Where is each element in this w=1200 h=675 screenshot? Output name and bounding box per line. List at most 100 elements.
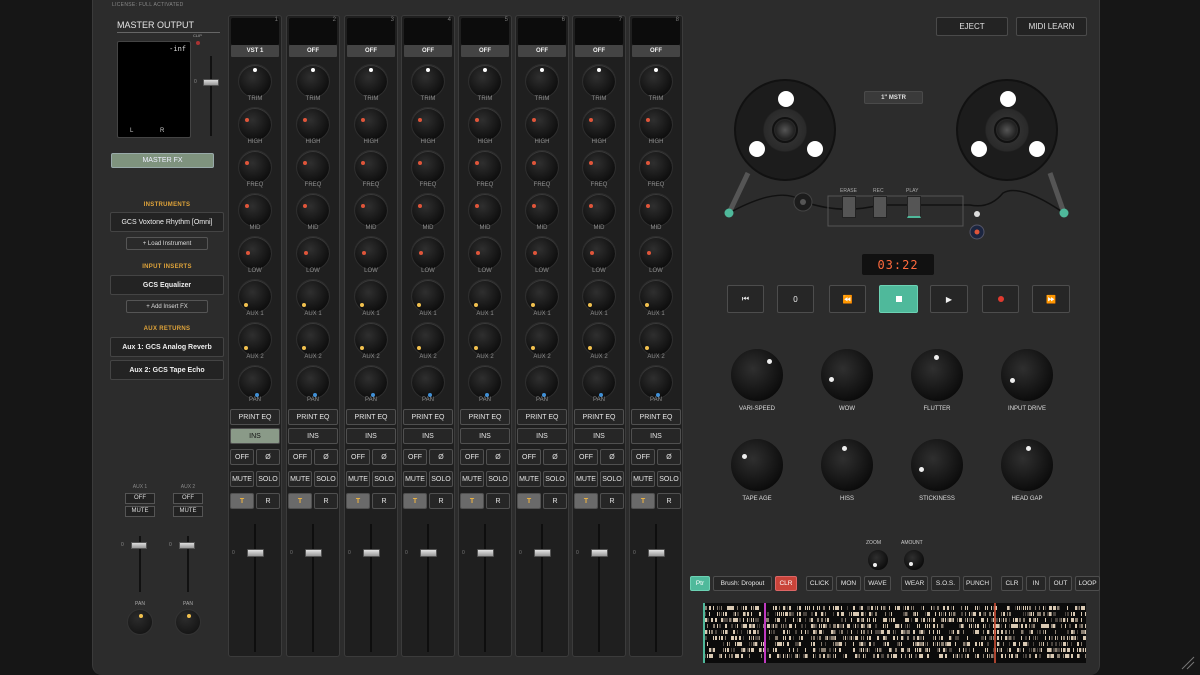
ins-button[interactable]: INS — [574, 428, 624, 444]
aux-return-2[interactable]: Aux 2: GCS Tape Echo — [110, 360, 224, 380]
high-knob[interactable] — [238, 107, 272, 141]
rewind-button[interactable]: ⏪ — [829, 285, 866, 313]
play-button[interactable]: ▶ — [930, 285, 968, 313]
off-button[interactable]: OFF — [230, 449, 254, 465]
punch-button[interactable]: PUNCH — [963, 576, 992, 591]
trim-knob[interactable] — [639, 64, 673, 98]
mid-knob[interactable] — [238, 193, 272, 227]
aux1-knob[interactable] — [639, 279, 673, 313]
wear-button[interactable]: WEAR — [901, 576, 928, 591]
mute-button[interactable]: MUTE — [230, 471, 254, 487]
mute-button[interactable]: MUTE — [346, 471, 370, 487]
flutter-knob[interactable] — [910, 348, 964, 402]
mid-knob[interactable] — [468, 193, 502, 227]
record-arm-button[interactable]: R — [657, 493, 681, 509]
aux-return-1[interactable]: Aux 1: GCS Analog Reverb — [110, 337, 224, 357]
freq-knob[interactable] — [639, 150, 673, 184]
instrument-slot[interactable]: GCS Voxtone Rhythm [Omni] — [110, 212, 224, 232]
fast-forward-button[interactable]: ⏩ — [1032, 285, 1070, 313]
freq-knob[interactable] — [354, 150, 388, 184]
aux-off-button[interactable]: OFF — [125, 493, 155, 504]
loop-button[interactable]: LOOP — [1075, 576, 1100, 591]
off-button[interactable]: OFF — [403, 449, 427, 465]
ins-button[interactable]: INS — [288, 428, 338, 444]
track-arm-button[interactable]: T — [346, 493, 370, 509]
master-fx-button[interactable]: MASTER FX — [111, 153, 214, 168]
record-button[interactable] — [982, 285, 1019, 313]
aux1-knob[interactable] — [354, 279, 388, 313]
tape-age-knob[interactable] — [730, 438, 784, 492]
input-select[interactable]: OFF — [632, 45, 680, 57]
mid-knob[interactable] — [639, 193, 673, 227]
click-button[interactable]: CLICK — [806, 576, 833, 591]
input-drive-knob[interactable] — [1000, 348, 1054, 402]
high-knob[interactable] — [296, 107, 330, 141]
solo-button[interactable]: SOLO — [372, 471, 396, 487]
off-button[interactable]: OFF — [574, 449, 598, 465]
aux1-knob[interactable] — [525, 279, 559, 313]
return-to-start-button[interactable]: ⏮ — [727, 285, 764, 313]
aux2-knob[interactable] — [296, 322, 330, 356]
freq-knob[interactable] — [525, 150, 559, 184]
mute-button[interactable]: MUTE — [460, 471, 484, 487]
phase-button[interactable]: Ø — [372, 449, 396, 465]
input-select[interactable]: OFF — [518, 45, 566, 57]
phase-button[interactable]: Ø — [600, 449, 624, 465]
tape-wear-display[interactable] — [703, 603, 1086, 663]
aux-fader[interactable] — [179, 542, 195, 549]
mid-knob[interactable] — [582, 193, 616, 227]
channel-fader[interactable] — [247, 549, 264, 557]
aux1-knob[interactable] — [411, 279, 445, 313]
record-arm-button[interactable]: R — [256, 493, 280, 509]
channel-fader[interactable] — [477, 549, 494, 557]
freq-knob[interactable] — [238, 150, 272, 184]
phase-button[interactable]: Ø — [314, 449, 338, 465]
channel-fader[interactable] — [648, 549, 665, 557]
solo-button[interactable]: SOLO — [600, 471, 624, 487]
high-knob[interactable] — [411, 107, 445, 141]
freq-knob[interactable] — [411, 150, 445, 184]
stickiness-knob[interactable] — [910, 438, 964, 492]
low-knob[interactable] — [639, 236, 673, 270]
track-arm-button[interactable]: T — [517, 493, 541, 509]
mute-button[interactable]: MUTE — [631, 471, 655, 487]
midi-learn-button[interactable]: MIDI LEARN — [1016, 17, 1087, 36]
print-eq-button[interactable]: PRINT EQ — [631, 409, 681, 425]
mid-knob[interactable] — [354, 193, 388, 227]
ins-button[interactable]: INS — [230, 428, 280, 444]
solo-button[interactable]: SOLO — [543, 471, 567, 487]
aux-pan-knob[interactable] — [127, 609, 153, 635]
trim-knob[interactable] — [525, 64, 559, 98]
punch-in-button[interactable]: IN — [1026, 576, 1046, 591]
aux1-knob[interactable] — [582, 279, 616, 313]
mute-button[interactable]: MUTE — [403, 471, 427, 487]
solo-button[interactable]: SOLO — [486, 471, 510, 487]
trim-knob[interactable] — [238, 64, 272, 98]
input-select[interactable]: OFF — [461, 45, 509, 57]
off-button[interactable]: OFF — [460, 449, 484, 465]
channel-fader[interactable] — [363, 549, 380, 557]
pan-knob[interactable] — [238, 365, 272, 399]
input-select[interactable]: OFF — [289, 45, 337, 57]
print-eq-button[interactable]: PRINT EQ — [460, 409, 510, 425]
head-gap-knob[interactable] — [1000, 438, 1054, 492]
track-arm-button[interactable]: T — [574, 493, 598, 509]
add-insert-fx-button[interactable]: + Add Insert FX — [126, 300, 208, 313]
aux-pan-knob[interactable] — [175, 609, 201, 635]
mute-button[interactable]: MUTE — [288, 471, 312, 487]
wave-button[interactable]: WAVE — [864, 576, 891, 591]
wow-knob[interactable] — [820, 348, 874, 402]
low-knob[interactable] — [354, 236, 388, 270]
channel-fader[interactable] — [591, 549, 608, 557]
punch-out-button[interactable]: OUT — [1049, 576, 1072, 591]
pan-knob[interactable] — [582, 365, 616, 399]
record-arm-button[interactable]: R — [486, 493, 510, 509]
mute-button[interactable]: MUTE — [574, 471, 598, 487]
record-arm-button[interactable]: R — [372, 493, 396, 509]
amount-knob[interactable] — [903, 549, 925, 571]
high-knob[interactable] — [639, 107, 673, 141]
high-knob[interactable] — [354, 107, 388, 141]
mid-knob[interactable] — [411, 193, 445, 227]
clear-locators-button[interactable]: CLR — [1001, 576, 1023, 591]
input-select[interactable]: OFF — [575, 45, 623, 57]
